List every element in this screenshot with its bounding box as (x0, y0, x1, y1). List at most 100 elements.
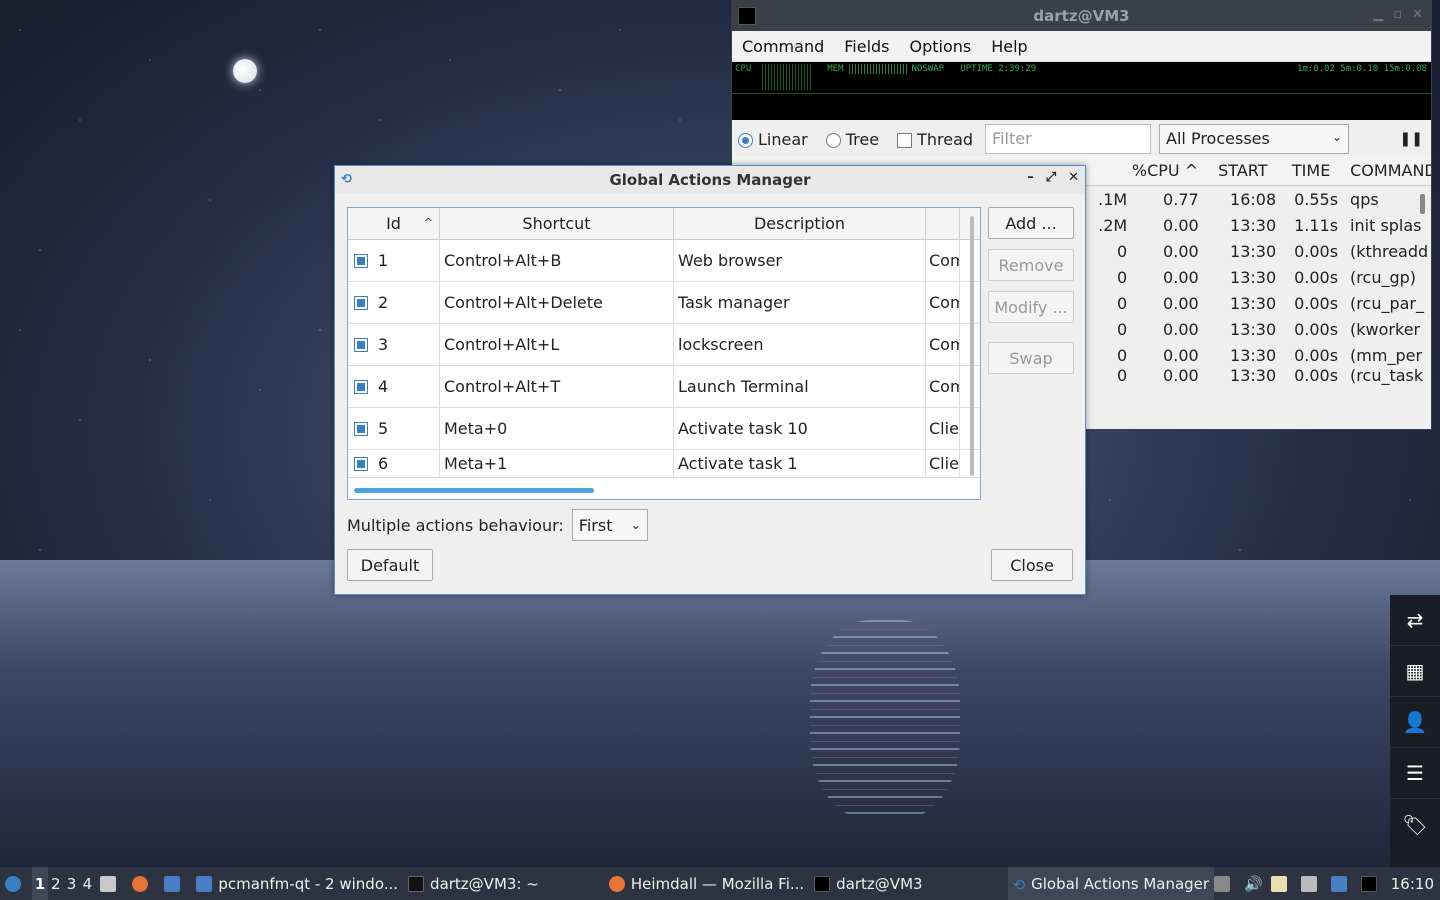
network-icon[interactable] (1300, 875, 1317, 892)
cell-command: (rcu_task (1350, 365, 1424, 385)
update-icon[interactable] (1330, 875, 1347, 892)
workspace-4[interactable]: 4 (79, 867, 95, 900)
chevron-down-icon: ⌄ (630, 518, 641, 532)
tag-icon[interactable]: 🏷 (1390, 799, 1440, 850)
qps-titlebar[interactable]: dartz@VM3 ▁ ▫ ✕ (732, 1, 1431, 31)
workspace-1[interactable]: 1 (32, 867, 48, 900)
cell-cpu: 0.00 (1163, 241, 1199, 261)
close-button[interactable]: Close (991, 549, 1073, 581)
modify-button[interactable]: Modify ... (988, 291, 1074, 323)
desktop-launcher-icon[interactable] (159, 867, 191, 900)
add-button[interactable]: Add ... (988, 207, 1074, 239)
user-icon[interactable]: 👤 (1390, 697, 1440, 748)
minimize-icon[interactable]: – (1027, 170, 1034, 185)
task-global-actions[interactable]: ⟲ Global Actions Manager (1007, 867, 1215, 900)
cell-id: 3 (378, 335, 389, 354)
col-cpu[interactable]: %CPU ^ (1131, 161, 1208, 180)
task-qps[interactable]: dartz@VM3 (809, 867, 927, 900)
cell-start: 13:30 (1230, 241, 1277, 261)
action-row[interactable]: 5 Meta+0 Activate task 10 Clie (348, 408, 980, 450)
col-description[interactable]: Description (674, 208, 926, 239)
default-button[interactable]: Default (347, 549, 433, 581)
enabled-checkbox[interactable] (354, 253, 368, 268)
remove-button[interactable]: Remove (988, 249, 1074, 281)
enabled-checkbox[interactable] (354, 421, 368, 436)
task-firefox[interactable]: Heimdall — Mozilla Fi... (604, 867, 809, 900)
process-filter-select[interactable]: All Processes ⌄ (1159, 124, 1350, 154)
col-command[interactable]: COMMAND (1344, 161, 1431, 180)
col-shortcut[interactable]: Shortcut (440, 208, 674, 239)
terminal-icon (814, 875, 831, 892)
cell-start: 16:08 (1230, 189, 1277, 209)
maximize-icon[interactable]: ⤢ (1046, 170, 1056, 185)
view-controls: Linear Tree Thread Filter All Processes ⌄… (732, 120, 1431, 158)
actions-hscrollbar[interactable] (354, 488, 594, 493)
col-action[interactable] (926, 208, 960, 239)
cell-description: Activate task 10 (674, 408, 926, 449)
wallpaper-moon (233, 59, 257, 83)
dialog-titlebar[interactable]: ⟲ Global Actions Manager – ⤢ ✕ (335, 166, 1085, 194)
grid-icon[interactable]: ▦ (1390, 646, 1440, 697)
menu-command[interactable]: Command (742, 37, 824, 56)
multiple-actions-row: Multiple actions behaviour: First ⌄ (347, 509, 648, 541)
taskbar: 1 2 3 4 pcmanfm-qt - 2 windo... dartz@VM… (0, 867, 1440, 900)
volume-icon[interactable]: 🔊 (1244, 875, 1263, 893)
pause-icon[interactable]: ❚❚ (1400, 131, 1423, 147)
col-time[interactable]: TIME (1282, 161, 1344, 180)
refresh-app-icon: ⟲ (1012, 875, 1026, 894)
system-tray: 🔊 16:10 (1214, 875, 1440, 893)
multiple-actions-label: Multiple actions behaviour: (347, 515, 564, 535)
process-scrollbar[interactable] (1420, 194, 1425, 214)
enabled-checkbox[interactable] (354, 456, 368, 471)
col-id[interactable]: Id ^ (348, 208, 440, 239)
graph-loadavg: 1m:0.02 5m:0.10 15m:0.08 (1296, 64, 1427, 74)
start-menu-icon[interactable] (0, 867, 32, 900)
cell-cpu: 0.00 (1163, 293, 1199, 313)
close-icon[interactable]: ✕ (1412, 7, 1423, 22)
maximize-icon[interactable]: ▫ (1393, 7, 1402, 22)
task-pcmanfm[interactable]: pcmanfm-qt - 2 windo... (191, 867, 403, 900)
action-row[interactable]: 2 Control+Alt+DeleteTask managerCom (348, 282, 980, 324)
firefox-icon (608, 875, 625, 892)
minimize-icon[interactable]: ▁ (1373, 7, 1383, 22)
action-row[interactable]: 4 Control+Alt+TLaunch TerminalCom (348, 366, 980, 408)
cell-time: 0.55s (1294, 189, 1339, 209)
col-start[interactable]: START (1208, 161, 1282, 180)
clipboard-icon[interactable] (1214, 875, 1231, 892)
menu-fields[interactable]: Fields (844, 37, 889, 56)
switch-icon[interactable]: ⇄ (1390, 595, 1440, 646)
radio-tree[interactable]: Tree (825, 130, 879, 149)
multiple-actions-select[interactable]: First ⌄ (571, 509, 648, 541)
actions-vscrollbar[interactable] (970, 216, 974, 476)
list-icon[interactable]: ☰ (1390, 748, 1440, 799)
enabled-checkbox[interactable] (354, 379, 368, 394)
cell-start: 13:30 (1230, 365, 1277, 385)
cell-cpu: 0.00 (1163, 215, 1199, 235)
enabled-checkbox[interactable] (354, 295, 368, 310)
filter-input[interactable]: Filter (985, 124, 1152, 154)
file-manager-launcher-icon[interactable] (95, 867, 127, 900)
action-row[interactable]: 6 Meta+1 Activate task 1 Clie (348, 450, 980, 478)
firefox-launcher-icon[interactable] (127, 867, 159, 900)
enabled-checkbox[interactable] (354, 337, 368, 352)
notes-icon[interactable] (1270, 875, 1287, 892)
swap-button[interactable]: Swap (988, 342, 1074, 374)
cell-command: (kthreadd (1350, 241, 1429, 261)
action-row[interactable]: 1 Control+Alt+BWeb browserCom (348, 240, 980, 282)
action-row[interactable]: 3 Control+Alt+LlockscreenCom (348, 324, 980, 366)
cell-description: Launch Terminal (674, 366, 926, 407)
monitor-icon[interactable] (1360, 875, 1377, 892)
cell-description: lockscreen (674, 324, 926, 365)
checkbox-thread[interactable]: Thread (897, 130, 973, 149)
clock[interactable]: 16:10 (1391, 875, 1434, 893)
cell-command: (rcu_gp) (1350, 267, 1417, 287)
workspace-3[interactable]: 3 (64, 867, 80, 900)
menu-help[interactable]: Help (991, 37, 1027, 56)
load-graph: CPU MEM NOSWAP UPTIME 2:39:29 1m:0.02 5m:0… (732, 62, 1431, 120)
close-icon[interactable]: ✕ (1068, 170, 1079, 185)
radio-linear[interactable]: Linear (738, 130, 808, 149)
menu-options[interactable]: Options (910, 37, 972, 56)
task-terminal[interactable]: dartz@VM3: ~ (403, 867, 544, 900)
workspace-2[interactable]: 2 (48, 867, 64, 900)
cell-cpu: 0.77 (1163, 189, 1199, 209)
